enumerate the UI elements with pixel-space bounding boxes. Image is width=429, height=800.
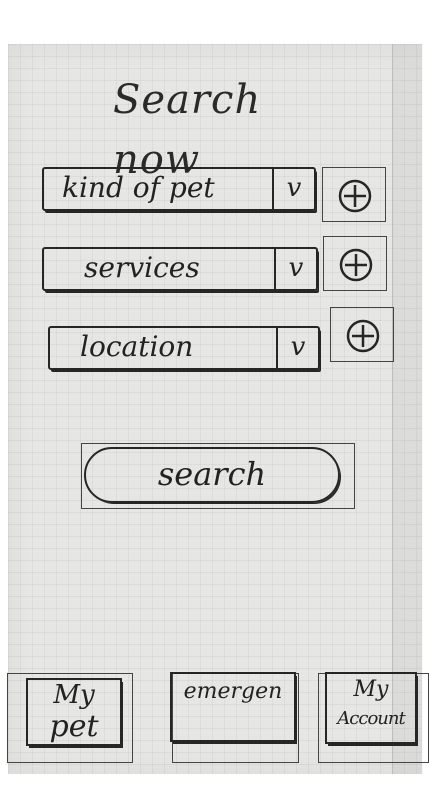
paper-background — [8, 44, 422, 774]
chevron-down-icon[interactable]: v — [276, 328, 318, 368]
nav-emergency[interactable]: emergen — [170, 672, 296, 742]
nav-my-account-line2: Account — [337, 708, 405, 729]
dropdown-label: services — [84, 251, 200, 284]
chevron-down-icon[interactable]: v — [272, 169, 314, 209]
plus-circle-icon — [346, 319, 380, 353]
add-location-button[interactable] — [330, 307, 394, 362]
nav-my-account[interactable]: My Account — [325, 672, 417, 744]
nav-my-pet[interactable]: My pet — [26, 678, 122, 746]
kind-of-pet-dropdown[interactable]: kind of pet v — [42, 167, 316, 211]
nav-emergency-label: emergen — [183, 679, 283, 704]
add-kind-of-pet-button[interactable] — [322, 167, 386, 222]
search-button-label: search — [157, 455, 267, 493]
paper-edge — [392, 44, 423, 774]
plus-circle-icon — [339, 248, 373, 282]
page-title: Search now — [113, 77, 262, 183]
search-button[interactable]: search — [84, 447, 340, 503]
location-dropdown[interactable]: location v — [48, 326, 320, 370]
dropdown-label: location — [80, 330, 194, 363]
add-services-button[interactable] — [323, 236, 387, 291]
chevron-down-icon[interactable]: v — [274, 249, 316, 289]
nav-my-pet-line2: pet — [49, 709, 99, 744]
nav-my-account-line1: My — [353, 677, 389, 702]
plus-circle-icon — [338, 179, 372, 213]
services-dropdown[interactable]: services v — [42, 247, 318, 291]
dropdown-label: kind of pet — [62, 171, 215, 204]
nav-my-pet-line1: My — [53, 680, 95, 710]
